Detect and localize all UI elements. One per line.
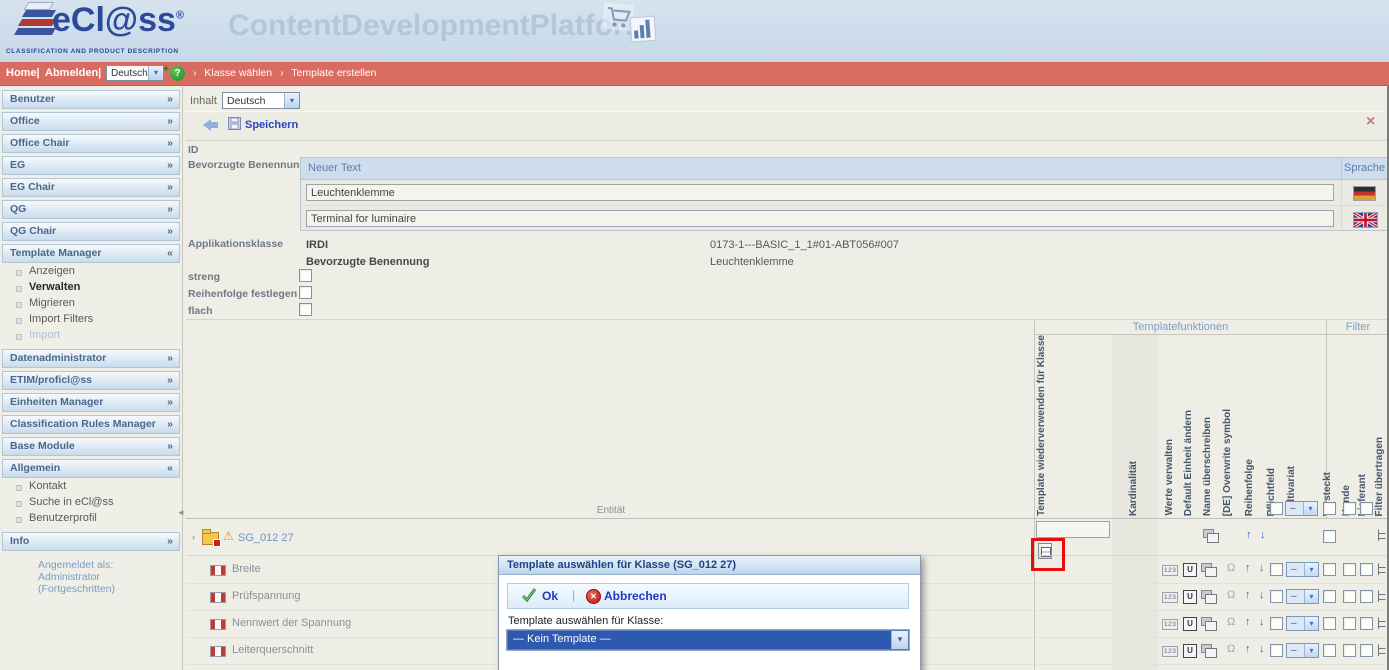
- manage-values-icon[interactable]: 123: [1162, 592, 1178, 603]
- dialog-title[interactable]: Template auswählen für Klasse (SG_012 27…: [499, 556, 920, 575]
- overwrite-symbol-icon[interactable]: Ω: [1227, 616, 1235, 628]
- multivariat-select[interactable]: – ▾: [1286, 562, 1319, 577]
- template-select-dialog: Template auswählen für Klasse (SG_012 27…: [498, 555, 921, 670]
- move-down-icon[interactable]: ↓: [1259, 562, 1265, 574]
- property-name-link[interactable]: Breite: [232, 563, 261, 575]
- pflichtfeld-checkbox[interactable]: [1270, 644, 1283, 657]
- manage-values-icon[interactable]: 123: [1162, 619, 1178, 630]
- versteckt-checkbox[interactable]: [1323, 644, 1336, 657]
- pflichtfeld-checkbox[interactable]: [1270, 617, 1283, 630]
- multivariat-value: –: [1291, 617, 1297, 630]
- property-name-link[interactable]: Prüfspannung: [232, 590, 301, 602]
- move-up-icon[interactable]: ↑: [1245, 616, 1251, 628]
- ok-button[interactable]: Ok: [542, 589, 558, 603]
- attribute-icon: [210, 619, 226, 630]
- property-name-link[interactable]: Leiterquerschnitt: [232, 644, 313, 656]
- overwrite-name-icon[interactable]: [1201, 590, 1217, 603]
- default-unit-icon[interactable]: U: [1183, 590, 1197, 604]
- template-select-dropdown[interactable]: — Kein Template — ▾: [507, 630, 909, 650]
- dialog-toolbar: Ok | ✕ Abbrechen: [507, 583, 909, 609]
- chevron-down-icon[interactable]: ▾: [891, 631, 908, 649]
- kunde-checkbox[interactable]: [1343, 563, 1356, 576]
- default-unit-icon[interactable]: U: [1183, 563, 1197, 577]
- lieferant-checkbox[interactable]: [1360, 644, 1373, 657]
- multivariat-value: –: [1291, 590, 1297, 603]
- cancel-button[interactable]: Abbrechen: [604, 589, 667, 603]
- multivariat-select[interactable]: – ▾: [1286, 643, 1319, 658]
- overwrite-name-icon[interactable]: [1201, 644, 1217, 657]
- divider: |: [572, 588, 575, 602]
- ok-check-icon[interactable]: [521, 587, 537, 603]
- default-unit-icon[interactable]: U: [1183, 644, 1197, 658]
- attribute-icon: [210, 646, 226, 657]
- lieferant-checkbox[interactable]: [1360, 563, 1373, 576]
- multivariat-value: –: [1291, 644, 1297, 657]
- versteckt-checkbox[interactable]: [1323, 617, 1336, 630]
- kunde-checkbox[interactable]: [1343, 590, 1356, 603]
- selected-template-value: — Kein Template —: [513, 632, 611, 647]
- move-down-icon[interactable]: ↓: [1259, 589, 1265, 601]
- manage-values-icon[interactable]: 123: [1162, 646, 1178, 657]
- move-up-icon[interactable]: ↑: [1245, 643, 1251, 655]
- overwrite-name-icon[interactable]: [1201, 617, 1217, 630]
- multivariat-select[interactable]: – ▾: [1286, 589, 1319, 604]
- dialog-select-label: Template auswählen für Klasse:: [508, 615, 663, 627]
- chevron-down-icon[interactable]: ▾: [1304, 644, 1318, 657]
- manage-values-icon[interactable]: 123: [1162, 565, 1178, 576]
- kunde-checkbox[interactable]: [1343, 617, 1356, 630]
- chevron-down-icon[interactable]: ▾: [1304, 563, 1318, 576]
- multivariat-value: –: [1291, 563, 1297, 576]
- move-up-icon[interactable]: ↑: [1245, 589, 1251, 601]
- default-unit-icon[interactable]: U: [1183, 617, 1197, 631]
- annotation-highlight-box: [1031, 538, 1065, 571]
- move-down-icon[interactable]: ↓: [1259, 616, 1265, 628]
- lieferant-checkbox[interactable]: [1360, 590, 1373, 603]
- property-name-link[interactable]: Nennwert der Spannung: [232, 617, 351, 629]
- pflichtfeld-checkbox[interactable]: [1270, 590, 1283, 603]
- overwrite-symbol-icon[interactable]: Ω: [1227, 562, 1235, 574]
- cancel-icon[interactable]: ✕: [586, 589, 601, 604]
- lieferant-checkbox[interactable]: [1360, 617, 1373, 630]
- overwrite-symbol-icon[interactable]: Ω: [1227, 643, 1235, 655]
- move-up-icon[interactable]: ↑: [1245, 562, 1251, 574]
- overwrite-name-icon[interactable]: [1201, 563, 1217, 576]
- overwrite-symbol-icon[interactable]: Ω: [1227, 589, 1235, 601]
- chevron-down-icon[interactable]: ▾: [1304, 617, 1318, 630]
- app-window: eCl@ss® CLASSIFICATION AND PRODUCT DESCR…: [0, 0, 1389, 670]
- move-down-icon[interactable]: ↓: [1259, 643, 1265, 655]
- versteckt-checkbox[interactable]: [1323, 563, 1336, 576]
- attribute-icon: [210, 592, 226, 603]
- attribute-icon: [210, 565, 226, 576]
- kunde-checkbox[interactable]: [1343, 644, 1356, 657]
- chevron-down-icon[interactable]: ▾: [1304, 590, 1318, 603]
- multivariat-select[interactable]: – ▾: [1286, 616, 1319, 631]
- pflichtfeld-checkbox[interactable]: [1270, 563, 1283, 576]
- versteckt-checkbox[interactable]: [1323, 590, 1336, 603]
